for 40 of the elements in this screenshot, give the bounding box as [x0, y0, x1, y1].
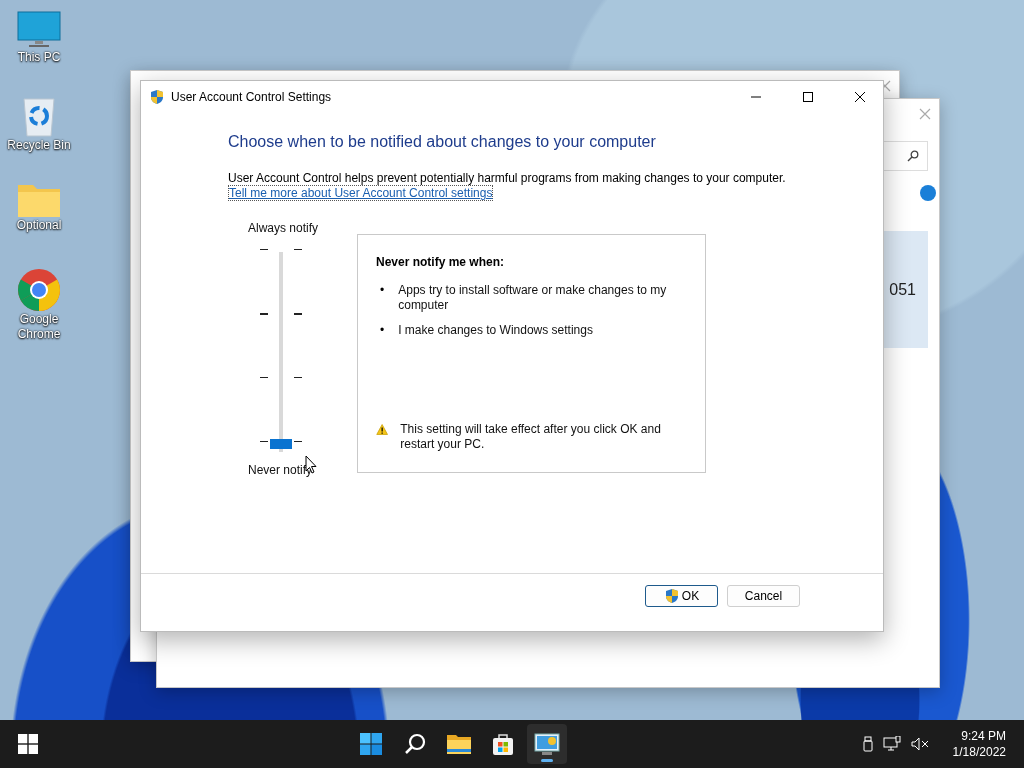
search-icon — [403, 732, 428, 756]
network-icon[interactable] — [882, 736, 901, 752]
usb-drive-icon[interactable] — [862, 736, 873, 752]
dialog-heading: Choose when to be notified about changes to your computer — [228, 133, 656, 151]
shield-icon — [149, 89, 165, 105]
search-icon — [907, 150, 919, 162]
slider-thumb[interactable] — [270, 439, 292, 449]
info-title: Never notify me when: — [376, 255, 506, 269]
bullet-item: Apps try to install software or make changes to my computer — [398, 283, 668, 313]
taskbar-app-button[interactable] — [527, 724, 568, 764]
help-icon[interactable] — [920, 185, 936, 201]
maximize-icon — [803, 92, 813, 102]
bullet-marker: • — [380, 323, 385, 338]
slider-top-label: Always notify — [248, 221, 319, 235]
bullet-item: I make changes to Windows settings — [398, 323, 593, 338]
store-bag-icon — [491, 732, 516, 756]
shield-icon — [663, 588, 680, 604]
windows-logo-icon — [359, 732, 384, 756]
warning-icon — [376, 422, 389, 437]
folder-icon — [446, 733, 473, 755]
warning-text: This setting will take effect after you click OK and restart your PC. — [400, 422, 662, 452]
close-icon — [855, 92, 865, 102]
description-text: User Account Control helps prevent potentially harmful programs from making changes to your computer. — [228, 171, 786, 185]
recycle-bin-icon — [21, 96, 57, 138]
bullet-marker: • — [380, 283, 385, 299]
folder-icon — [17, 182, 61, 218]
clock[interactable]: 9:24 PM 1/18/2022 — [938, 728, 1016, 760]
ok-button[interactable]: OK — [645, 585, 718, 607]
slider-bottom-label: Never notify — [248, 463, 313, 477]
cancel-button[interactable]: Cancel — [727, 585, 800, 607]
clock-date: 1/18/2022 — [952, 744, 1006, 760]
clock-time: 9:24 PM — [961, 728, 1006, 744]
control-panel-icon — [534, 732, 561, 756]
panel-text: 051 — [889, 280, 916, 299]
windows-logo-icon — [18, 734, 38, 754]
monitor-icon — [17, 10, 61, 50]
browser-icon — [17, 268, 61, 312]
window-title: User Account Control Settings — [171, 90, 333, 104]
help-link[interactable]: Tell me more about User Account Control settings — [228, 185, 494, 201]
muted-speaker-icon[interactable] — [910, 737, 929, 751]
